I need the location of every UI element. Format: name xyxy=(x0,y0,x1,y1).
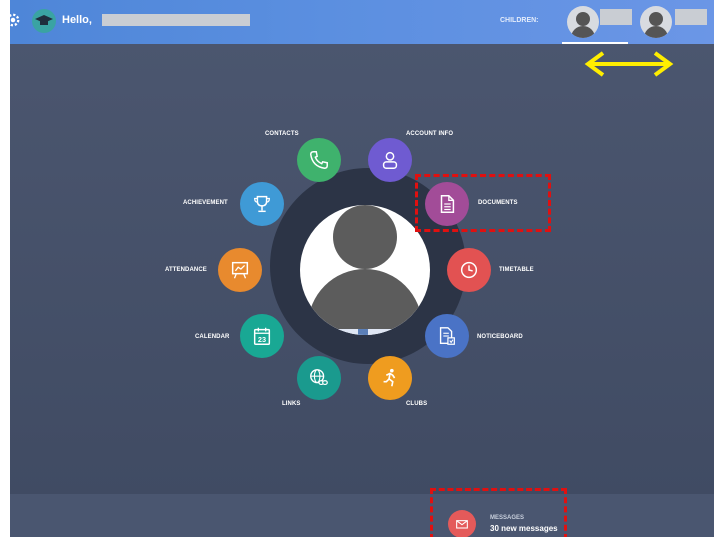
trophy-icon xyxy=(254,195,270,213)
user-icon xyxy=(382,151,398,169)
documents-highlight-box xyxy=(415,174,551,232)
student-photo xyxy=(300,205,430,335)
achievement-button[interactable] xyxy=(240,182,284,226)
calendar-label[interactable]: CALENDAR xyxy=(195,334,229,340)
user-name-redacted xyxy=(102,14,250,26)
links-button[interactable] xyxy=(297,356,341,400)
contacts-button[interactable] xyxy=(297,138,341,182)
calendar-icon: 23 xyxy=(253,327,271,345)
achievement-label[interactable]: ACHIEVEMENT xyxy=(183,200,228,206)
phone-icon xyxy=(310,151,328,169)
greeting-text: Hello, xyxy=(62,14,92,26)
clubs-label[interactable]: CLUBS xyxy=(406,401,427,407)
contacts-label[interactable]: CONTACTS xyxy=(265,131,299,137)
children-label: CHILDREN: xyxy=(500,17,539,24)
presentation-chart-icon xyxy=(231,261,249,279)
child-name-2-redacted[interactable] xyxy=(675,9,707,25)
attendance-label[interactable]: ATTENDANCE xyxy=(165,267,207,273)
attendance-button[interactable] xyxy=(218,248,262,292)
app-window: Hello, CHILDREN: CONTACTS ACCOUNT INFO A… xyxy=(10,0,714,537)
child-avatar-1[interactable] xyxy=(567,6,599,38)
school-logo-icon xyxy=(32,9,56,33)
links-label[interactable]: LINKS xyxy=(282,401,301,407)
top-bar: Hello, CHILDREN: xyxy=(10,0,714,44)
double-arrow-annotation xyxy=(584,51,674,77)
account-info-button[interactable] xyxy=(368,138,412,182)
timetable-button[interactable] xyxy=(447,248,491,292)
noticeboard-label[interactable]: NOTICEBOARD xyxy=(477,334,523,340)
timetable-label[interactable]: TIMETABLE xyxy=(499,267,534,273)
globe-link-icon xyxy=(310,369,328,386)
selected-child-indicator xyxy=(562,42,628,44)
messages-highlight-box xyxy=(430,488,567,537)
child-avatar-2[interactable] xyxy=(640,6,672,38)
clubs-button[interactable] xyxy=(368,356,412,400)
child-name-1-redacted[interactable] xyxy=(600,9,632,25)
bottom-bar xyxy=(10,494,714,537)
running-icon xyxy=(383,368,396,387)
account-info-label[interactable]: ACCOUNT INFO xyxy=(406,131,453,137)
noticeboard-button[interactable] xyxy=(425,314,469,358)
clock-icon xyxy=(460,261,478,279)
calendar-button[interactable]: 23 xyxy=(240,314,284,358)
notice-icon xyxy=(439,327,455,345)
calendar-day-text: 23 xyxy=(258,335,266,344)
gear-icon[interactable] xyxy=(10,11,22,29)
